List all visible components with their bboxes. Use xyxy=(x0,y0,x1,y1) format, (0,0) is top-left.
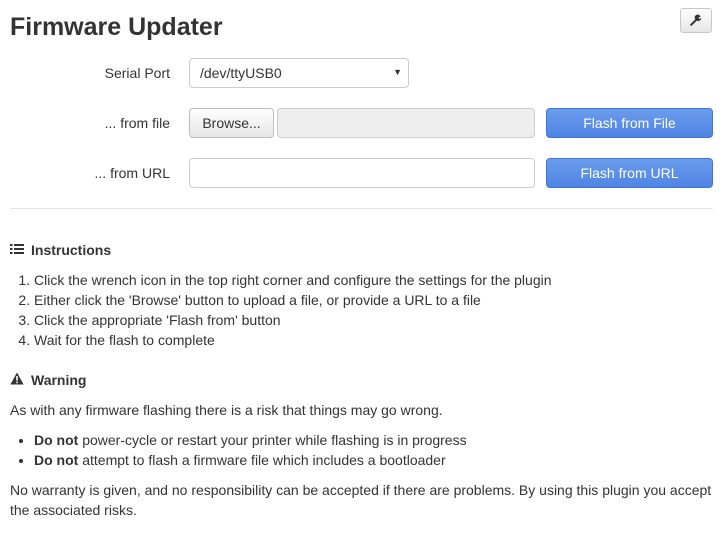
page-title: Firmware Updater xyxy=(10,13,223,41)
warning-intro: As with any firmware flashing there is a… xyxy=(10,402,443,418)
from-file-label: ... from file xyxy=(104,115,170,131)
disclaimer: No warranty is given, and no responsibil… xyxy=(10,482,712,518)
serial-port-select[interactable]: /dev/ttyUSB0 ▼ xyxy=(189,58,409,88)
browse-button[interactable]: Browse... xyxy=(189,108,274,138)
warning-emphasis: Do not xyxy=(34,432,79,448)
list-item: Wait for the flash to complete xyxy=(34,330,552,350)
warning-icon xyxy=(10,370,24,390)
list-item: Do not attempt to flash a firmware file … xyxy=(34,450,467,470)
warning-emphasis: Do not xyxy=(34,452,79,468)
instructions-heading: Instructions xyxy=(10,240,111,260)
list-item: Do not power-cycle or restart your print… xyxy=(34,430,467,450)
from-url-label: ... from URL xyxy=(94,165,170,181)
warning-list: Do not power-cycle or restart your print… xyxy=(0,430,467,470)
flash-from-url-button[interactable]: Flash from URL xyxy=(546,158,713,188)
wrench-icon xyxy=(690,13,702,29)
flash-from-file-button[interactable]: Flash from File xyxy=(546,108,713,138)
warning-heading: Warning xyxy=(10,370,86,390)
file-path-field xyxy=(277,108,535,138)
list-icon xyxy=(10,240,24,260)
warning-text: attempt to flash a firmware file which i… xyxy=(78,452,446,468)
list-item: Click the appropriate 'Flash from' butto… xyxy=(34,310,552,330)
instructions-title: Instructions xyxy=(31,242,112,258)
serial-port-label: Serial Port xyxy=(104,65,170,81)
instructions-list: Click the wrench icon in the top right c… xyxy=(0,270,552,350)
settings-button[interactable] xyxy=(680,8,712,33)
divider xyxy=(10,208,713,209)
serial-port-value: /dev/ttyUSB0 xyxy=(200,65,282,81)
warning-text: power-cycle or restart your printer whil… xyxy=(78,432,467,448)
url-input[interactable] xyxy=(189,158,535,188)
list-item: Click the wrench icon in the top right c… xyxy=(34,270,552,290)
warning-title: Warning xyxy=(31,372,87,388)
chevron-down-icon: ▼ xyxy=(393,67,402,77)
list-item: Either click the 'Browse' button to uplo… xyxy=(34,290,552,310)
